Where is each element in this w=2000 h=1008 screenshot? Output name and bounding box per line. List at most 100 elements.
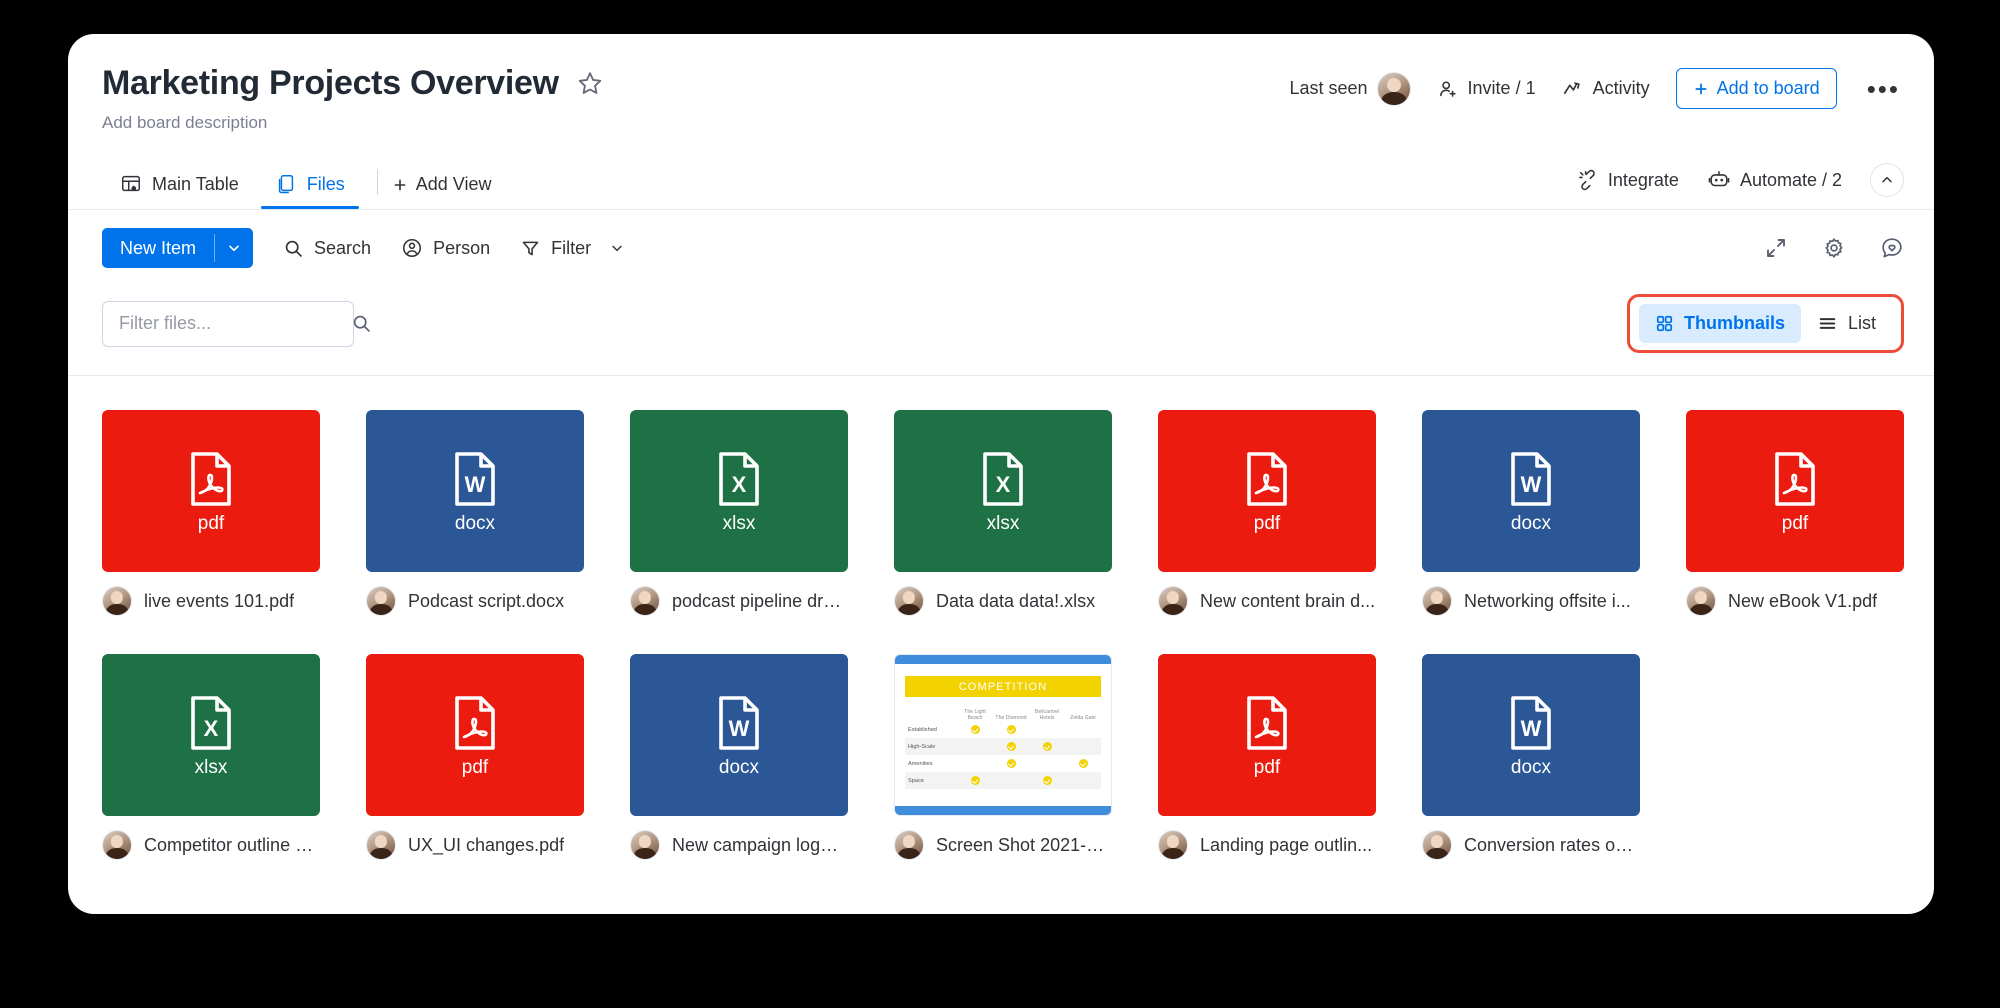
collapse-header-button[interactable] xyxy=(1870,163,1904,197)
avatar[interactable] xyxy=(366,586,396,616)
file-name: podcast pipeline dra... xyxy=(672,591,848,612)
avatar[interactable] xyxy=(1377,72,1411,106)
gear-icon[interactable] xyxy=(1822,236,1846,260)
preview-column-header: The Diamond xyxy=(993,715,1029,721)
file-type-label: xlsx xyxy=(723,513,756,535)
filter-files-input-wrap[interactable] xyxy=(102,301,354,347)
list-label: List xyxy=(1848,313,1876,334)
file-type-label: xlsx xyxy=(195,757,228,779)
avatar[interactable] xyxy=(1158,586,1188,616)
file-card[interactable]: X xlsx Competitor outline d... xyxy=(102,654,320,860)
last-seen[interactable]: Last seen xyxy=(1289,72,1410,106)
tab-separator xyxy=(377,169,378,195)
thumbnails-label: Thumbnails xyxy=(1684,313,1785,334)
plus-icon xyxy=(392,177,408,193)
file-card[interactable]: pdf live events 101.pdf xyxy=(102,410,320,616)
avatar[interactable] xyxy=(366,830,396,860)
file-thumbnail-pdf[interactable]: pdf xyxy=(1158,654,1376,816)
avatar[interactable] xyxy=(102,586,132,616)
preview-banner: COMPETITION xyxy=(905,676,1101,697)
board-description[interactable]: Add board description xyxy=(102,112,1900,134)
avatar[interactable] xyxy=(102,830,132,860)
new-item-button[interactable]: New Item xyxy=(102,228,253,268)
tab-main-table[interactable]: Main Table xyxy=(102,173,257,209)
filter-label: Filter xyxy=(551,238,591,259)
file-type-label: docx xyxy=(1511,757,1551,779)
invite-button[interactable]: Invite / 1 xyxy=(1437,78,1536,100)
filter-button[interactable]: Filter xyxy=(520,238,625,259)
avatar[interactable] xyxy=(894,586,924,616)
file-name: New content brain d... xyxy=(1200,591,1375,612)
search-icon[interactable] xyxy=(351,313,372,334)
avatar[interactable] xyxy=(1158,830,1188,860)
avatar[interactable] xyxy=(1686,586,1716,616)
file-name: Conversion rates out... xyxy=(1464,835,1640,856)
file-thumbnail-pdf[interactable]: pdf xyxy=(366,654,584,816)
file-thumbnail-docx[interactable]: W docx xyxy=(366,410,584,572)
file-card[interactable]: COMPETITION The Light BeachThe DiamondBe… xyxy=(894,654,1112,860)
pdf-file-icon xyxy=(1235,447,1299,511)
file-thumbnail-xlsx[interactable]: X xlsx xyxy=(102,654,320,816)
avatar[interactable] xyxy=(630,830,660,860)
automate-button[interactable]: Automate / 2 xyxy=(1707,169,1842,191)
view-tabs: Main Table Files Add View xyxy=(68,154,1934,210)
file-card[interactable]: pdf New eBook V1.pdf xyxy=(1686,410,1904,616)
preview-cell xyxy=(1029,725,1065,734)
activity-label: Activity xyxy=(1593,78,1650,99)
chevron-down-icon[interactable] xyxy=(215,228,253,268)
file-thumbnail-image[interactable]: COMPETITION The Light BeachThe DiamondBe… xyxy=(894,654,1112,816)
file-meta: Landing page outlin... xyxy=(1158,830,1376,860)
preview-cell xyxy=(1029,742,1065,751)
file-card[interactable]: W docx New campaign logo ... xyxy=(630,654,848,860)
preview-cell xyxy=(1065,759,1101,768)
file-card[interactable]: pdf UX_UI changes.pdf xyxy=(366,654,584,860)
plus-icon xyxy=(1693,81,1709,97)
thumbnails-view-button[interactable]: Thumbnails xyxy=(1639,304,1801,343)
file-thumbnail-docx[interactable]: W docx xyxy=(1422,654,1640,816)
expand-icon[interactable] xyxy=(1764,236,1788,260)
file-card[interactable]: W docx Networking offsite i... xyxy=(1422,410,1640,616)
file-thumbnail-docx[interactable]: W docx xyxy=(1422,410,1640,572)
avatar[interactable] xyxy=(1422,586,1452,616)
file-card[interactable]: X xlsx Data data data!.xlsx xyxy=(894,410,1112,616)
avatar[interactable] xyxy=(630,586,660,616)
list-view-button[interactable]: List xyxy=(1801,304,1892,343)
avatar[interactable] xyxy=(894,830,924,860)
more-options-button[interactable]: ••• xyxy=(1863,84,1904,94)
preview-table: The Light BeachThe DiamondBellcarmel Hot… xyxy=(905,704,1101,789)
activity-button[interactable]: Activity xyxy=(1562,78,1650,100)
integrate-button[interactable]: Integrate xyxy=(1577,169,1679,191)
file-name: Competitor outline d... xyxy=(144,835,320,856)
add-to-board-button[interactable]: Add to board xyxy=(1676,68,1837,109)
search-button[interactable]: Search xyxy=(283,238,371,259)
filter-files-input[interactable] xyxy=(119,313,351,334)
file-thumbnail-pdf[interactable]: pdf xyxy=(1158,410,1376,572)
preview-cell xyxy=(957,776,993,785)
file-thumbnail-xlsx[interactable]: X xlsx xyxy=(894,410,1112,572)
file-card[interactable]: X xlsx podcast pipeline dra... xyxy=(630,410,848,616)
preview-row: Space xyxy=(905,772,1101,789)
activity-icon xyxy=(1562,78,1584,100)
file-card[interactable]: pdf Landing page outlin... xyxy=(1158,654,1376,860)
file-card[interactable]: W docx Conversion rates out... xyxy=(1422,654,1640,860)
file-thumbnail-pdf[interactable]: pdf xyxy=(1686,410,1904,572)
tab-files[interactable]: Files xyxy=(257,173,363,209)
invite-person-icon xyxy=(1437,78,1459,100)
file-thumbnail-pdf[interactable]: pdf xyxy=(102,410,320,572)
chevron-down-icon[interactable] xyxy=(609,240,625,256)
file-thumbnail-xlsx[interactable]: X xlsx xyxy=(630,410,848,572)
add-view-button[interactable]: Add View xyxy=(392,174,492,209)
svg-text:X: X xyxy=(204,716,219,741)
file-meta: New content brain d... xyxy=(1158,586,1376,616)
avatar[interactable] xyxy=(1422,830,1452,860)
file-type-label: docx xyxy=(719,757,759,779)
pdf-file-icon xyxy=(1235,691,1299,755)
file-card[interactable]: pdf New content brain d... xyxy=(1158,410,1376,616)
file-card[interactable]: W docx Podcast script.docx xyxy=(366,410,584,616)
svg-text:W: W xyxy=(1521,716,1542,741)
file-type-label: pdf xyxy=(198,513,224,535)
star-icon[interactable] xyxy=(577,70,603,96)
person-filter-button[interactable]: Person xyxy=(401,237,490,259)
feedback-heart-icon[interactable] xyxy=(1880,236,1904,260)
file-thumbnail-docx[interactable]: W docx xyxy=(630,654,848,816)
